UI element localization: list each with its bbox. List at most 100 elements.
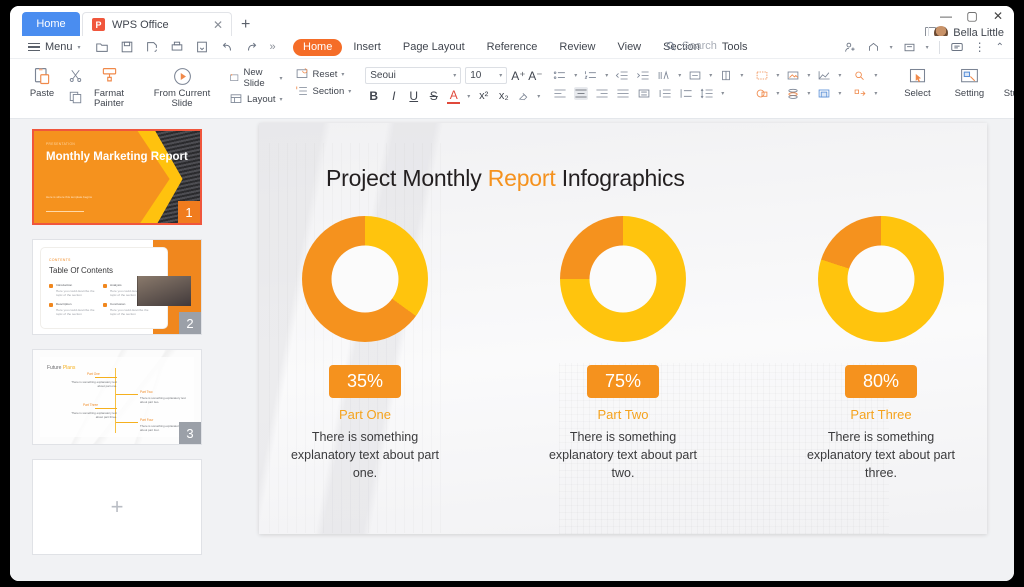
text-box-icon[interactable] xyxy=(755,69,769,82)
chevron-down-icon[interactable]: ▾ xyxy=(874,90,877,97)
from-current-slide-button[interactable]: From Current Slide xyxy=(151,62,213,109)
slide-1-preview[interactable]: PRESENTATION Monthly Marketing Report He… xyxy=(32,129,202,225)
print-icon[interactable] xyxy=(170,40,184,54)
maximize-button[interactable]: ▢ xyxy=(965,9,979,23)
layout-button[interactable]: Layout ▾ xyxy=(229,92,283,106)
subscript-button[interactable]: x₂ xyxy=(497,90,510,102)
tab-page-layout[interactable]: Page Layout xyxy=(392,36,476,59)
select-button[interactable]: Select xyxy=(891,62,943,99)
chevron-down-icon[interactable]: ▾ xyxy=(874,72,877,79)
chevron-down-icon[interactable]: ▾ xyxy=(776,90,779,97)
chart-icon[interactable] xyxy=(817,69,831,82)
increase-indent-icon[interactable] xyxy=(636,69,650,82)
donut-chart-2[interactable] xyxy=(560,216,686,342)
chevron-down-icon[interactable]: ▾ xyxy=(838,90,841,97)
tab-review[interactable]: Review xyxy=(548,36,606,59)
open-icon[interactable] xyxy=(95,40,109,54)
comment-icon[interactable] xyxy=(950,40,964,54)
donut-chart-1[interactable] xyxy=(302,216,428,342)
font-name-select[interactable]: Seoui ▾ xyxy=(365,67,461,84)
underline-button[interactable]: U xyxy=(407,89,420,103)
chevron-down-icon[interactable]: ▾ xyxy=(709,72,712,79)
chevron-down-icon[interactable]: ▾ xyxy=(740,72,743,79)
align-left-icon[interactable] xyxy=(553,87,567,100)
find-icon[interactable] xyxy=(853,69,867,82)
grow-font-button[interactable]: A⁺ xyxy=(511,69,524,83)
reset-button[interactable]: Reset ▾ xyxy=(295,67,352,81)
chevron-down-icon[interactable]: ▾ xyxy=(467,93,470,100)
shape-icon[interactable] xyxy=(755,87,769,100)
undo-icon[interactable] xyxy=(220,40,234,54)
export-pdf-icon[interactable] xyxy=(195,40,209,54)
share-icon[interactable] xyxy=(867,41,880,54)
slide-thumbnail-add[interactable]: + xyxy=(32,459,202,555)
slide-3-preview[interactable]: Future Plans Part One There is something… xyxy=(32,349,202,445)
text-direction-icon[interactable] xyxy=(657,69,671,82)
slide-thumbnail-1[interactable]: PRESENTATION Monthly Marketing Report He… xyxy=(32,129,202,225)
new-tab-button[interactable]: + xyxy=(241,16,250,34)
section-button[interactable]: Section ▾ xyxy=(295,84,352,98)
slide-2-preview[interactable]: CONTENTS Table Of Contents Introduction … xyxy=(32,239,202,335)
chevron-down-icon[interactable]: ▾ xyxy=(537,93,540,100)
slide-thumbnail-pane[interactable]: PRESENTATION Monthly Marketing Report He… xyxy=(10,119,232,581)
redo-icon[interactable] xyxy=(245,40,259,54)
align-center-icon[interactable] xyxy=(574,87,588,100)
columns-icon[interactable] xyxy=(719,69,733,82)
text-box-align-icon[interactable] xyxy=(688,69,702,82)
justify-icon[interactable] xyxy=(616,87,630,100)
chevron-down-icon[interactable]: ▾ xyxy=(605,72,608,79)
chevron-down-icon[interactable]: ▾ xyxy=(807,72,810,79)
setting-button[interactable]: Setting xyxy=(943,62,995,99)
paragraph-spacing-icon[interactable] xyxy=(679,87,693,100)
add-slide-button[interactable]: + xyxy=(32,459,202,555)
clear-format-icon[interactable] xyxy=(517,90,530,103)
more-options-icon[interactable]: ⋮ xyxy=(974,40,986,54)
tab-home[interactable]: Home xyxy=(293,39,342,56)
numbered-list-icon[interactable] xyxy=(584,69,598,82)
chevron-down-icon[interactable]: ▾ xyxy=(807,90,810,97)
decrease-indent-icon[interactable] xyxy=(615,69,629,82)
home-tab[interactable]: Home xyxy=(22,12,80,36)
replace-icon[interactable] xyxy=(853,87,867,100)
print-preview-icon[interactable] xyxy=(145,40,159,54)
student-tools-button[interactable]: Student Tools xyxy=(995,62,1014,99)
chevron-down-icon[interactable]: ▾ xyxy=(574,72,577,79)
arrange-icon[interactable] xyxy=(817,87,831,100)
slide-thumbnail-3[interactable]: Future Plans Part One There is something… xyxy=(32,349,202,445)
bold-button[interactable]: B xyxy=(367,89,380,103)
line-spacing-icon[interactable] xyxy=(700,87,714,100)
chevron-down-icon[interactable]: ▾ xyxy=(678,72,681,79)
font-size-select[interactable]: 10 ▾ xyxy=(465,67,507,84)
more-commands-icon[interactable]: » xyxy=(270,41,276,53)
share-user-icon[interactable] xyxy=(844,41,857,54)
search-input[interactable]: Search xyxy=(665,40,717,52)
save-icon[interactable] xyxy=(120,40,134,54)
shrink-font-button[interactable]: A⁻ xyxy=(528,69,541,83)
chevron-down-icon[interactable]: ▾ xyxy=(926,44,929,51)
close-icon[interactable]: ✕ xyxy=(213,18,223,32)
line-spacing-increase-icon[interactable] xyxy=(658,87,672,100)
distribute-icon[interactable] xyxy=(637,87,651,100)
font-color-button[interactable]: A xyxy=(447,88,460,104)
italic-button[interactable]: I xyxy=(387,89,400,103)
tab-view[interactable]: View xyxy=(606,36,652,59)
align-right-icon[interactable] xyxy=(595,87,609,100)
cut-icon[interactable] xyxy=(68,68,83,83)
paste-button[interactable]: Paste xyxy=(16,62,68,99)
new-slide-button[interactable]: New Slide ▾ xyxy=(229,67,283,89)
minimize-button[interactable]: — xyxy=(939,9,953,23)
bullet-list-icon[interactable] xyxy=(553,69,567,82)
menu-button[interactable]: Menu ▾ xyxy=(28,41,81,53)
smartart-icon[interactable] xyxy=(786,87,800,100)
slide-thumbnail-2[interactable]: CONTENTS Table Of Contents Introduction … xyxy=(32,239,202,335)
chevron-down-icon[interactable]: ▾ xyxy=(838,72,841,79)
close-button[interactable]: ✕ xyxy=(991,9,1005,23)
tab-tools[interactable]: Tools xyxy=(711,36,759,59)
copy-icon[interactable] xyxy=(68,90,83,105)
format-painter-button[interactable]: Farmat Painter xyxy=(83,62,135,109)
cloud-sync-icon[interactable] xyxy=(903,41,916,54)
chevron-down-icon[interactable]: ▾ xyxy=(721,90,724,97)
strikethrough-button[interactable]: S xyxy=(427,89,440,103)
slide-title[interactable]: Project Monthly Report Infographics xyxy=(326,165,685,192)
picture-icon[interactable] xyxy=(786,69,800,82)
